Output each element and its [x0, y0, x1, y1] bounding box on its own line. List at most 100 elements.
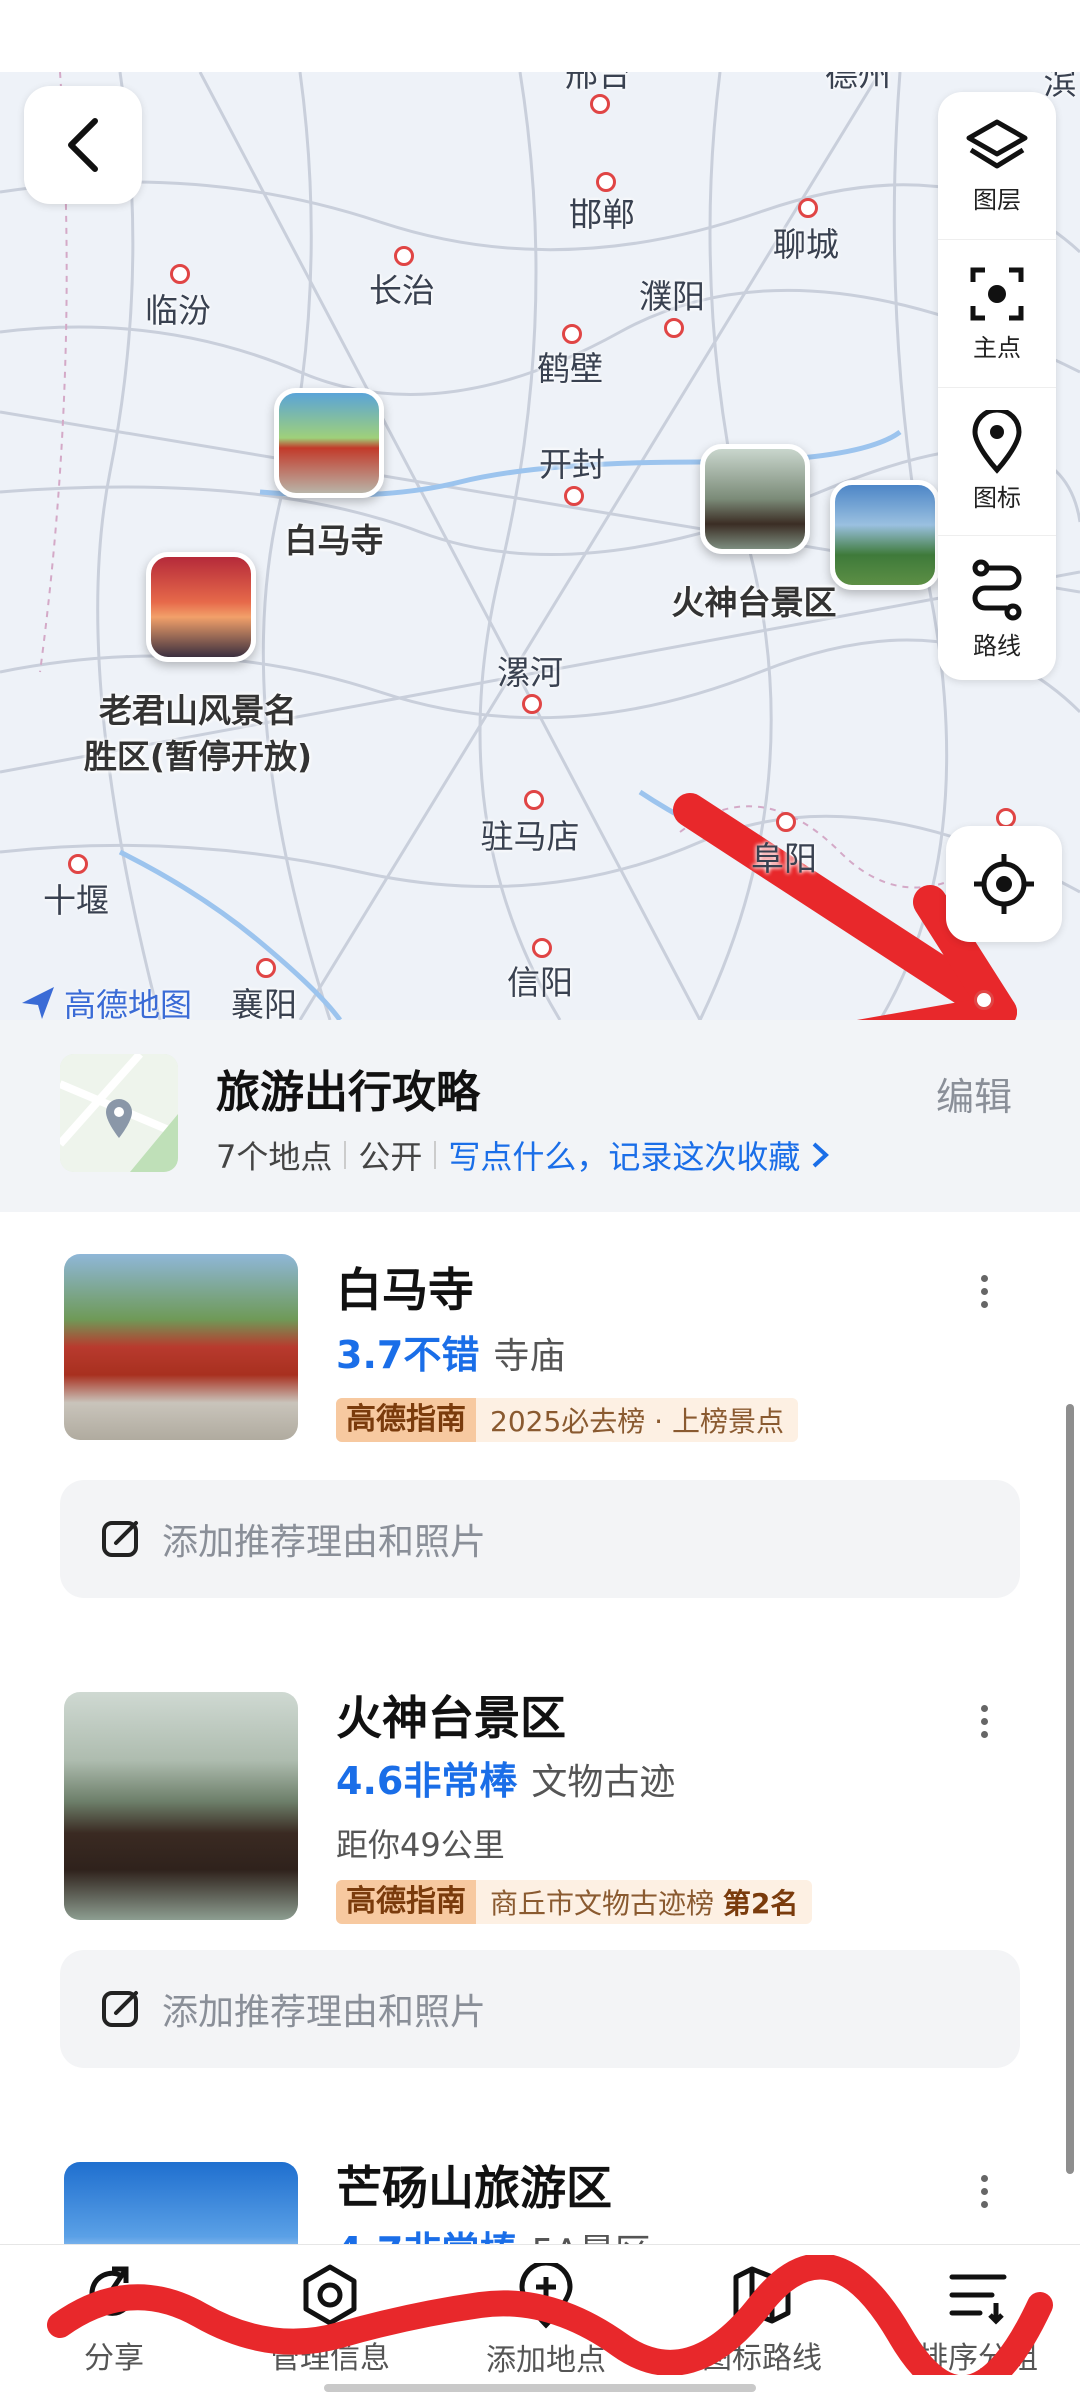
edit-icon	[102, 1991, 138, 2027]
tool-focus-label: 主点	[973, 334, 1021, 362]
red-scribble-annotation	[47, 2255, 1053, 2375]
status-bar	[0, 0, 1080, 72]
more-options-icon[interactable]	[978, 2172, 990, 2211]
city-label: 十堰	[43, 881, 109, 920]
city-label: 襄阳	[231, 985, 297, 1020]
place-photo[interactable]	[64, 2162, 298, 2244]
guide-badge[interactable]: 高德指南 2025必去榜 · 上榜景点	[336, 1398, 798, 1442]
city-dot	[68, 854, 88, 874]
city-dot	[170, 264, 190, 284]
poi-thumbnail-laojunshan[interactable]	[146, 552, 256, 662]
place-list[interactable]: 白马寺 3.7不错 寺庙 高德指南 2025必去榜 · 上榜景点 添加推荐理由和照…	[0, 1212, 1080, 2244]
add-reason-text: 添加推荐理由和照片	[162, 1522, 487, 1563]
city-dot	[256, 958, 276, 978]
city-dot	[590, 94, 610, 114]
bottom-toolbar: 分享 管理信息 添加地点 图标路线 排序分组	[0, 2244, 1080, 2401]
scrollbar[interactable]	[1066, 1404, 1074, 2174]
city-dot	[798, 198, 818, 218]
place-name[interactable]: 芒砀山旅游区	[336, 2152, 612, 2218]
rating-score: 4.7	[336, 2229, 403, 2244]
city-label: 阜阳	[751, 839, 817, 878]
tool-pin-label: 图标	[973, 484, 1021, 512]
more-options-icon[interactable]	[978, 1272, 990, 1311]
collection-meta: 7个地点 公开 写点什么，记录这次收藏	[216, 1132, 832, 1178]
divider	[344, 1141, 347, 1169]
city-label: 开封	[539, 445, 605, 484]
city-label: 驻马店	[480, 817, 580, 856]
amap-logo: 高德地图	[18, 980, 192, 1020]
tool-pin[interactable]: 图标	[938, 388, 1056, 536]
tool-route[interactable]: 路线	[938, 536, 1056, 683]
place-category: 文物古迹	[531, 1762, 676, 1803]
poi-label-baimasi[interactable]: 白马寺	[285, 518, 384, 564]
route-icon	[972, 559, 1022, 621]
chevron-right-icon	[813, 1142, 830, 1168]
place-category: 寺庙	[493, 1336, 566, 1377]
place-count: 7个地点	[216, 1138, 333, 1176]
city-dot	[394, 246, 414, 266]
rating-score: 4.6	[336, 1759, 404, 1803]
place-photo[interactable]	[64, 1254, 298, 1440]
city-dot	[664, 318, 684, 338]
tool-route-label: 路线	[973, 632, 1021, 660]
city-label: 邢台	[565, 72, 631, 94]
poi-label-laojunshan[interactable]: 老君山风景名 胜区(暂停开放)	[84, 688, 312, 780]
amap-logo-icon	[22, 987, 54, 1019]
place-photo[interactable]	[64, 1692, 298, 1920]
tool-layers-label: 图层	[973, 186, 1021, 214]
edit-icon	[102, 1521, 138, 1557]
tool-layers[interactable]: 图层	[938, 92, 1056, 240]
more-options-icon[interactable]	[978, 1702, 990, 1741]
city-dot	[996, 808, 1016, 828]
visibility-label[interactable]: 公开	[358, 1132, 422, 1178]
map-thumbnail-icon	[60, 1054, 178, 1172]
locate-icon	[974, 854, 1034, 914]
city-dot	[524, 790, 544, 810]
city-dot	[776, 812, 796, 832]
place-category: 5A景区	[531, 2232, 651, 2244]
place-name[interactable]: 白马寺	[336, 1254, 474, 1320]
guide-text: 商丘市文物古迹榜 第2名	[476, 1882, 812, 1922]
write-note-link[interactable]: 写点什么，记录这次收藏	[448, 1132, 800, 1178]
collection-header: 旅游出行攻略 编辑 7个地点 公开 写点什么，记录这次收藏	[0, 1020, 1080, 1212]
city-label: 濮阳	[639, 277, 705, 316]
poi-thumbnail-huoshentai[interactable]	[700, 444, 810, 554]
back-button[interactable]	[24, 86, 142, 204]
city-label: 鹤壁	[537, 349, 603, 388]
layers-icon	[966, 119, 1028, 169]
place-rating: 3.7不错 寺庙	[336, 1324, 565, 1379]
city-dot	[562, 324, 582, 344]
home-indicator[interactable]	[324, 2384, 756, 2392]
pin-icon	[972, 410, 1022, 474]
place-name[interactable]: 火神台景区	[336, 1682, 566, 1748]
map-view[interactable]: 邢台 德州 滨 邯郸 聊城 临汾 长治 濮阳 鹤壁 开封 漯河 驻马店 阜阳 十…	[0, 72, 1080, 1020]
amap-logo-text: 高德地图	[64, 986, 193, 1020]
city-dot	[532, 938, 552, 958]
collection-map-thumbnail	[60, 1054, 178, 1172]
city-label: 邯郸	[569, 195, 635, 234]
poi-thumbnail-baimasi[interactable]	[274, 388, 384, 498]
poi-label-huoshentai[interactable]: 火神台景区	[672, 580, 837, 626]
city-label: 信阳	[507, 963, 573, 1002]
rating-word: 不错	[403, 1333, 480, 1377]
place-rating: 4.6非常棒 文物古迹	[336, 1750, 675, 1805]
add-reason-button[interactable]: 添加推荐理由和照片	[60, 1950, 1020, 2068]
city-label: 漯河	[497, 653, 563, 692]
guide-tag: 高德指南	[336, 1880, 476, 1924]
guide-text: 2025必去榜 · 上榜景点	[490, 1405, 784, 1438]
poi-thumbnail-mangdangshan[interactable]	[830, 480, 940, 590]
locate-button[interactable]	[946, 826, 1062, 942]
city-label: 临汾	[145, 291, 211, 330]
tool-focus[interactable]: 主点	[938, 240, 1056, 388]
city-dot	[522, 694, 542, 714]
rating-word: 非常棒	[403, 2229, 517, 2244]
place-distance: 距你49公里	[336, 1826, 505, 1864]
add-reason-button[interactable]: 添加推荐理由和照片	[60, 1480, 1020, 1598]
place-rating: 4.7非常棒 5A景区	[336, 2220, 651, 2244]
guide-badge[interactable]: 高德指南 商丘市文物古迹榜 第2名	[336, 1880, 813, 1924]
edit-button[interactable]: 编辑	[936, 1066, 1012, 1121]
city-label: 长治	[369, 271, 435, 310]
guide-list-name: 商丘市文物古迹榜	[490, 1887, 715, 1920]
rating-score: 3.7	[336, 1333, 404, 1377]
rating-word: 非常棒	[403, 1759, 518, 1803]
